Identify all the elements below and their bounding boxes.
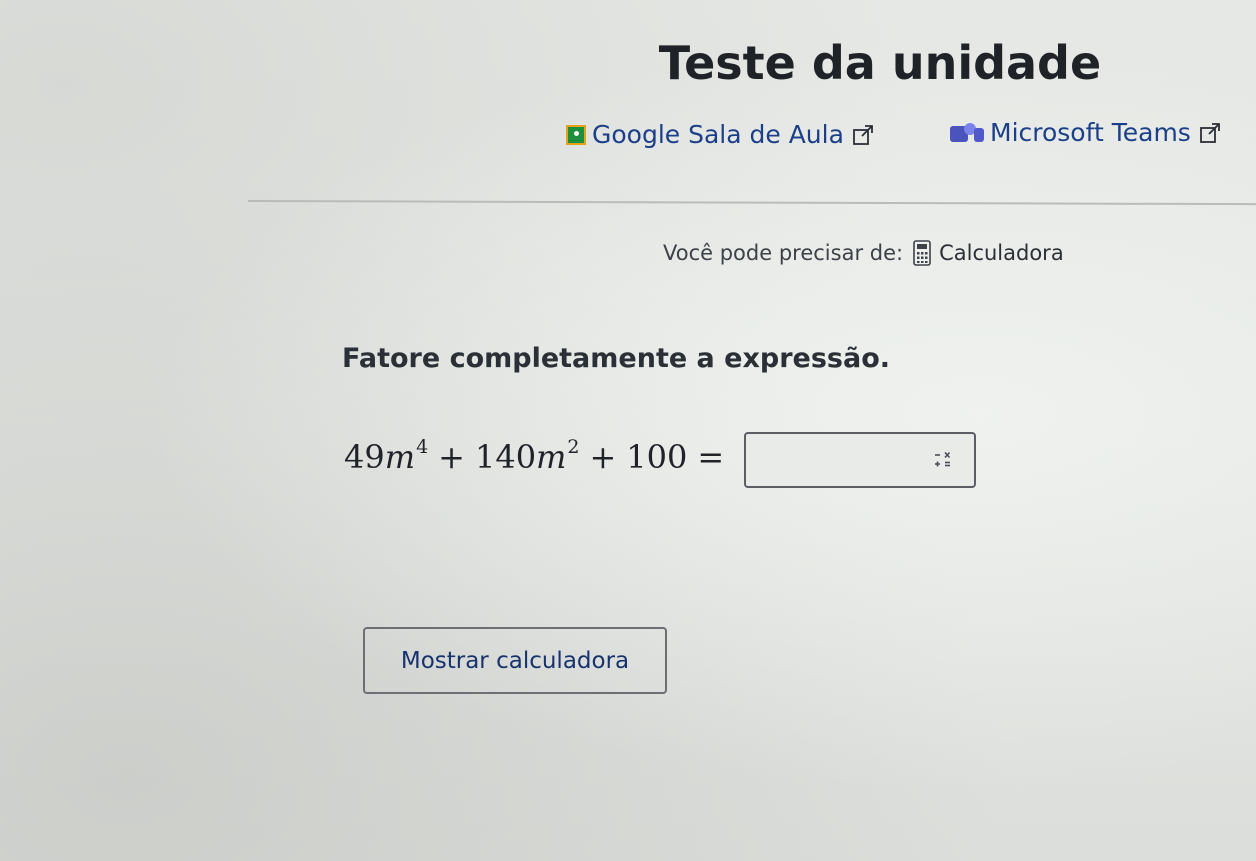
question-prompt: Fatore completamente a expressão.: [342, 343, 891, 374]
external-link-icon: [1199, 122, 1220, 143]
google-classroom-label: Google Sala de Aula: [592, 120, 844, 149]
term2-exponent: 2: [567, 436, 580, 458]
google-classroom-share-link[interactable]: Google Sala de Aula: [566, 120, 874, 149]
microsoft-teams-share-link[interactable]: Microsoft Teams: [950, 118, 1221, 147]
constant-term: 100: [626, 438, 688, 476]
page-title: Teste da unidade: [658, 36, 1102, 90]
term1-exponent: 4: [416, 436, 429, 458]
term1-variable: m: [384, 438, 416, 476]
calculator-icon: [913, 240, 931, 266]
term1-coefficient: 49: [344, 438, 385, 476]
math-keypad-icon[interactable]: [932, 449, 954, 471]
calculator-link[interactable]: Calculadora: [939, 241, 1064, 265]
plus-operator-1: +: [438, 438, 465, 476]
show-calculator-button[interactable]: Mostrar calculadora: [363, 627, 667, 694]
external-link-icon: [853, 124, 873, 145]
math-expression: 49m4 +140m2 +100 =: [344, 436, 734, 476]
answer-field[interactable]: [744, 432, 976, 488]
term2-coefficient: 140: [474, 438, 537, 476]
equals-sign: =: [697, 438, 725, 476]
microsoft-teams-label: Microsoft Teams: [990, 118, 1191, 147]
tools-needed: Você pode precisar de: Calculadora: [663, 240, 1064, 266]
tools-prefix: Você pode precisar de:: [663, 241, 904, 265]
plus-operator-2: +: [589, 438, 617, 476]
answer-input[interactable]: [746, 434, 918, 486]
term2-variable: m: [536, 438, 567, 476]
header-divider: [247, 200, 1256, 206]
google-classroom-icon: [566, 124, 586, 145]
microsoft-teams-icon: [950, 122, 984, 144]
